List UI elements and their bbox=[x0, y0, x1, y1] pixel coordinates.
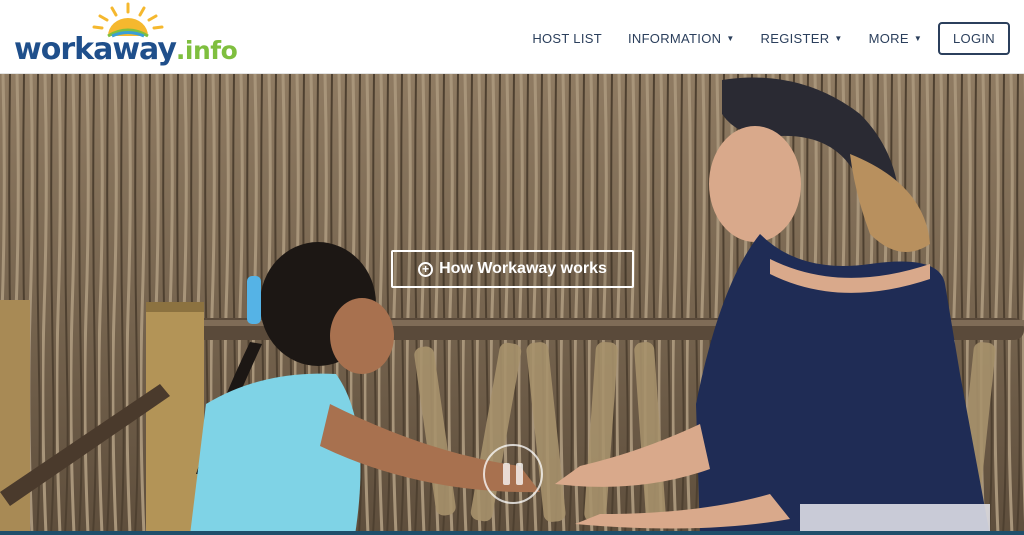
nav-information[interactable]: INFORMATION ▼ bbox=[628, 31, 735, 46]
pause-icon bbox=[516, 463, 523, 485]
nav-register-label: REGISTER bbox=[760, 30, 830, 46]
hero-bottom-strip bbox=[0, 531, 1024, 535]
caret-down-icon: ▼ bbox=[834, 33, 843, 43]
logo-wordmark: workaway.info bbox=[14, 32, 238, 67]
pause-button[interactable] bbox=[483, 444, 543, 504]
plus-circle-icon: + bbox=[418, 261, 434, 277]
nav-host-list[interactable]: HOST LIST bbox=[532, 31, 602, 46]
caret-down-icon: ▼ bbox=[726, 33, 735, 43]
login-button[interactable]: LOGIN bbox=[938, 21, 1010, 55]
main-nav: HOST LIST INFORMATION ▼ REGISTER ▼ MORE … bbox=[506, 21, 1010, 55]
site-header: workaway.info HOST LIST INFORMATION ▼ RE… bbox=[0, 0, 1024, 74]
nav-more[interactable]: MORE ▼ bbox=[869, 31, 922, 46]
nav-host-list-label: HOST LIST bbox=[532, 30, 602, 46]
nav-register[interactable]: REGISTER ▼ bbox=[761, 31, 843, 46]
how-workaway-works-label: How Workaway works bbox=[439, 260, 607, 277]
pause-icon bbox=[503, 463, 510, 485]
logo-text-main: workaway bbox=[14, 32, 177, 67]
workaway-logo[interactable]: workaway.info bbox=[14, 2, 244, 72]
nav-more-label: MORE bbox=[868, 30, 909, 46]
nav-information-label: INFORMATION bbox=[627, 30, 722, 46]
caret-down-icon: ▼ bbox=[913, 33, 923, 43]
hero-video[interactable]: + How Workaway works bbox=[0, 74, 1024, 535]
logo-text-ext: .info bbox=[175, 36, 238, 65]
how-workaway-works-button[interactable]: + How Workaway works bbox=[391, 250, 634, 288]
